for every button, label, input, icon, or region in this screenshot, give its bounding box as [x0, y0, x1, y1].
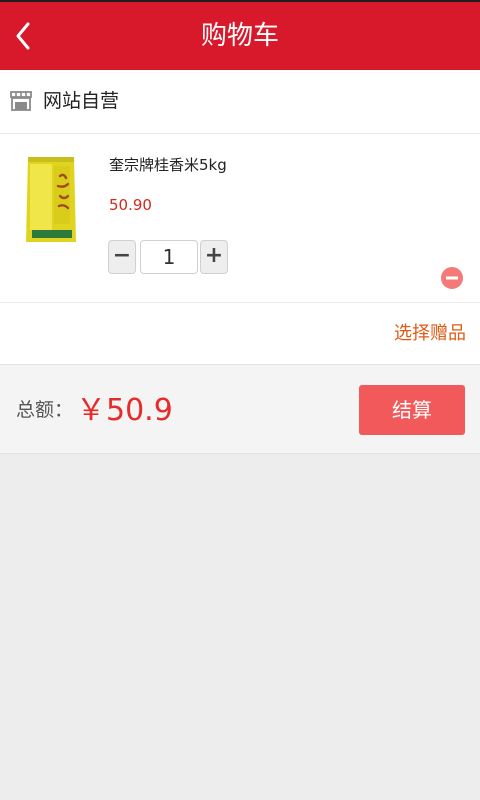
checkout-bar: 总额： ￥50.9 结算 [0, 364, 480, 454]
decrease-quantity-button[interactable]: − [108, 240, 136, 274]
product-price: 50.90 [109, 196, 152, 214]
store-name: 网站自营 [43, 90, 120, 112]
page-title: 购物车 [200, 21, 279, 51]
total-amount: ￥50.9 [76, 393, 173, 428]
remove-circle-icon [441, 267, 463, 289]
store-icon [9, 89, 33, 117]
cart-item: 奎宗牌桂香米5kg 50.90 − 1 + [0, 134, 480, 303]
app-header: 购物车 [0, 2, 480, 70]
cart-card: 网站自营 奎宗牌桂香米5kg 50.90 − 1 + 选择赠品 [0, 70, 480, 364]
store-header[interactable]: 网站自营 [0, 70, 480, 134]
quantity-input[interactable]: 1 [140, 240, 198, 274]
increase-quantity-button[interactable]: + [200, 240, 228, 274]
total-label: 总额： [16, 399, 74, 421]
product-image[interactable] [24, 154, 78, 246]
checkout-button[interactable]: 结算 [359, 385, 465, 435]
product-name[interactable]: 奎宗牌桂香米5kg [109, 154, 227, 175]
remove-item-button[interactable] [440, 266, 464, 290]
select-gift-link[interactable]: 选择赠品 [394, 303, 466, 365]
gift-row: 选择赠品 [0, 303, 480, 364]
